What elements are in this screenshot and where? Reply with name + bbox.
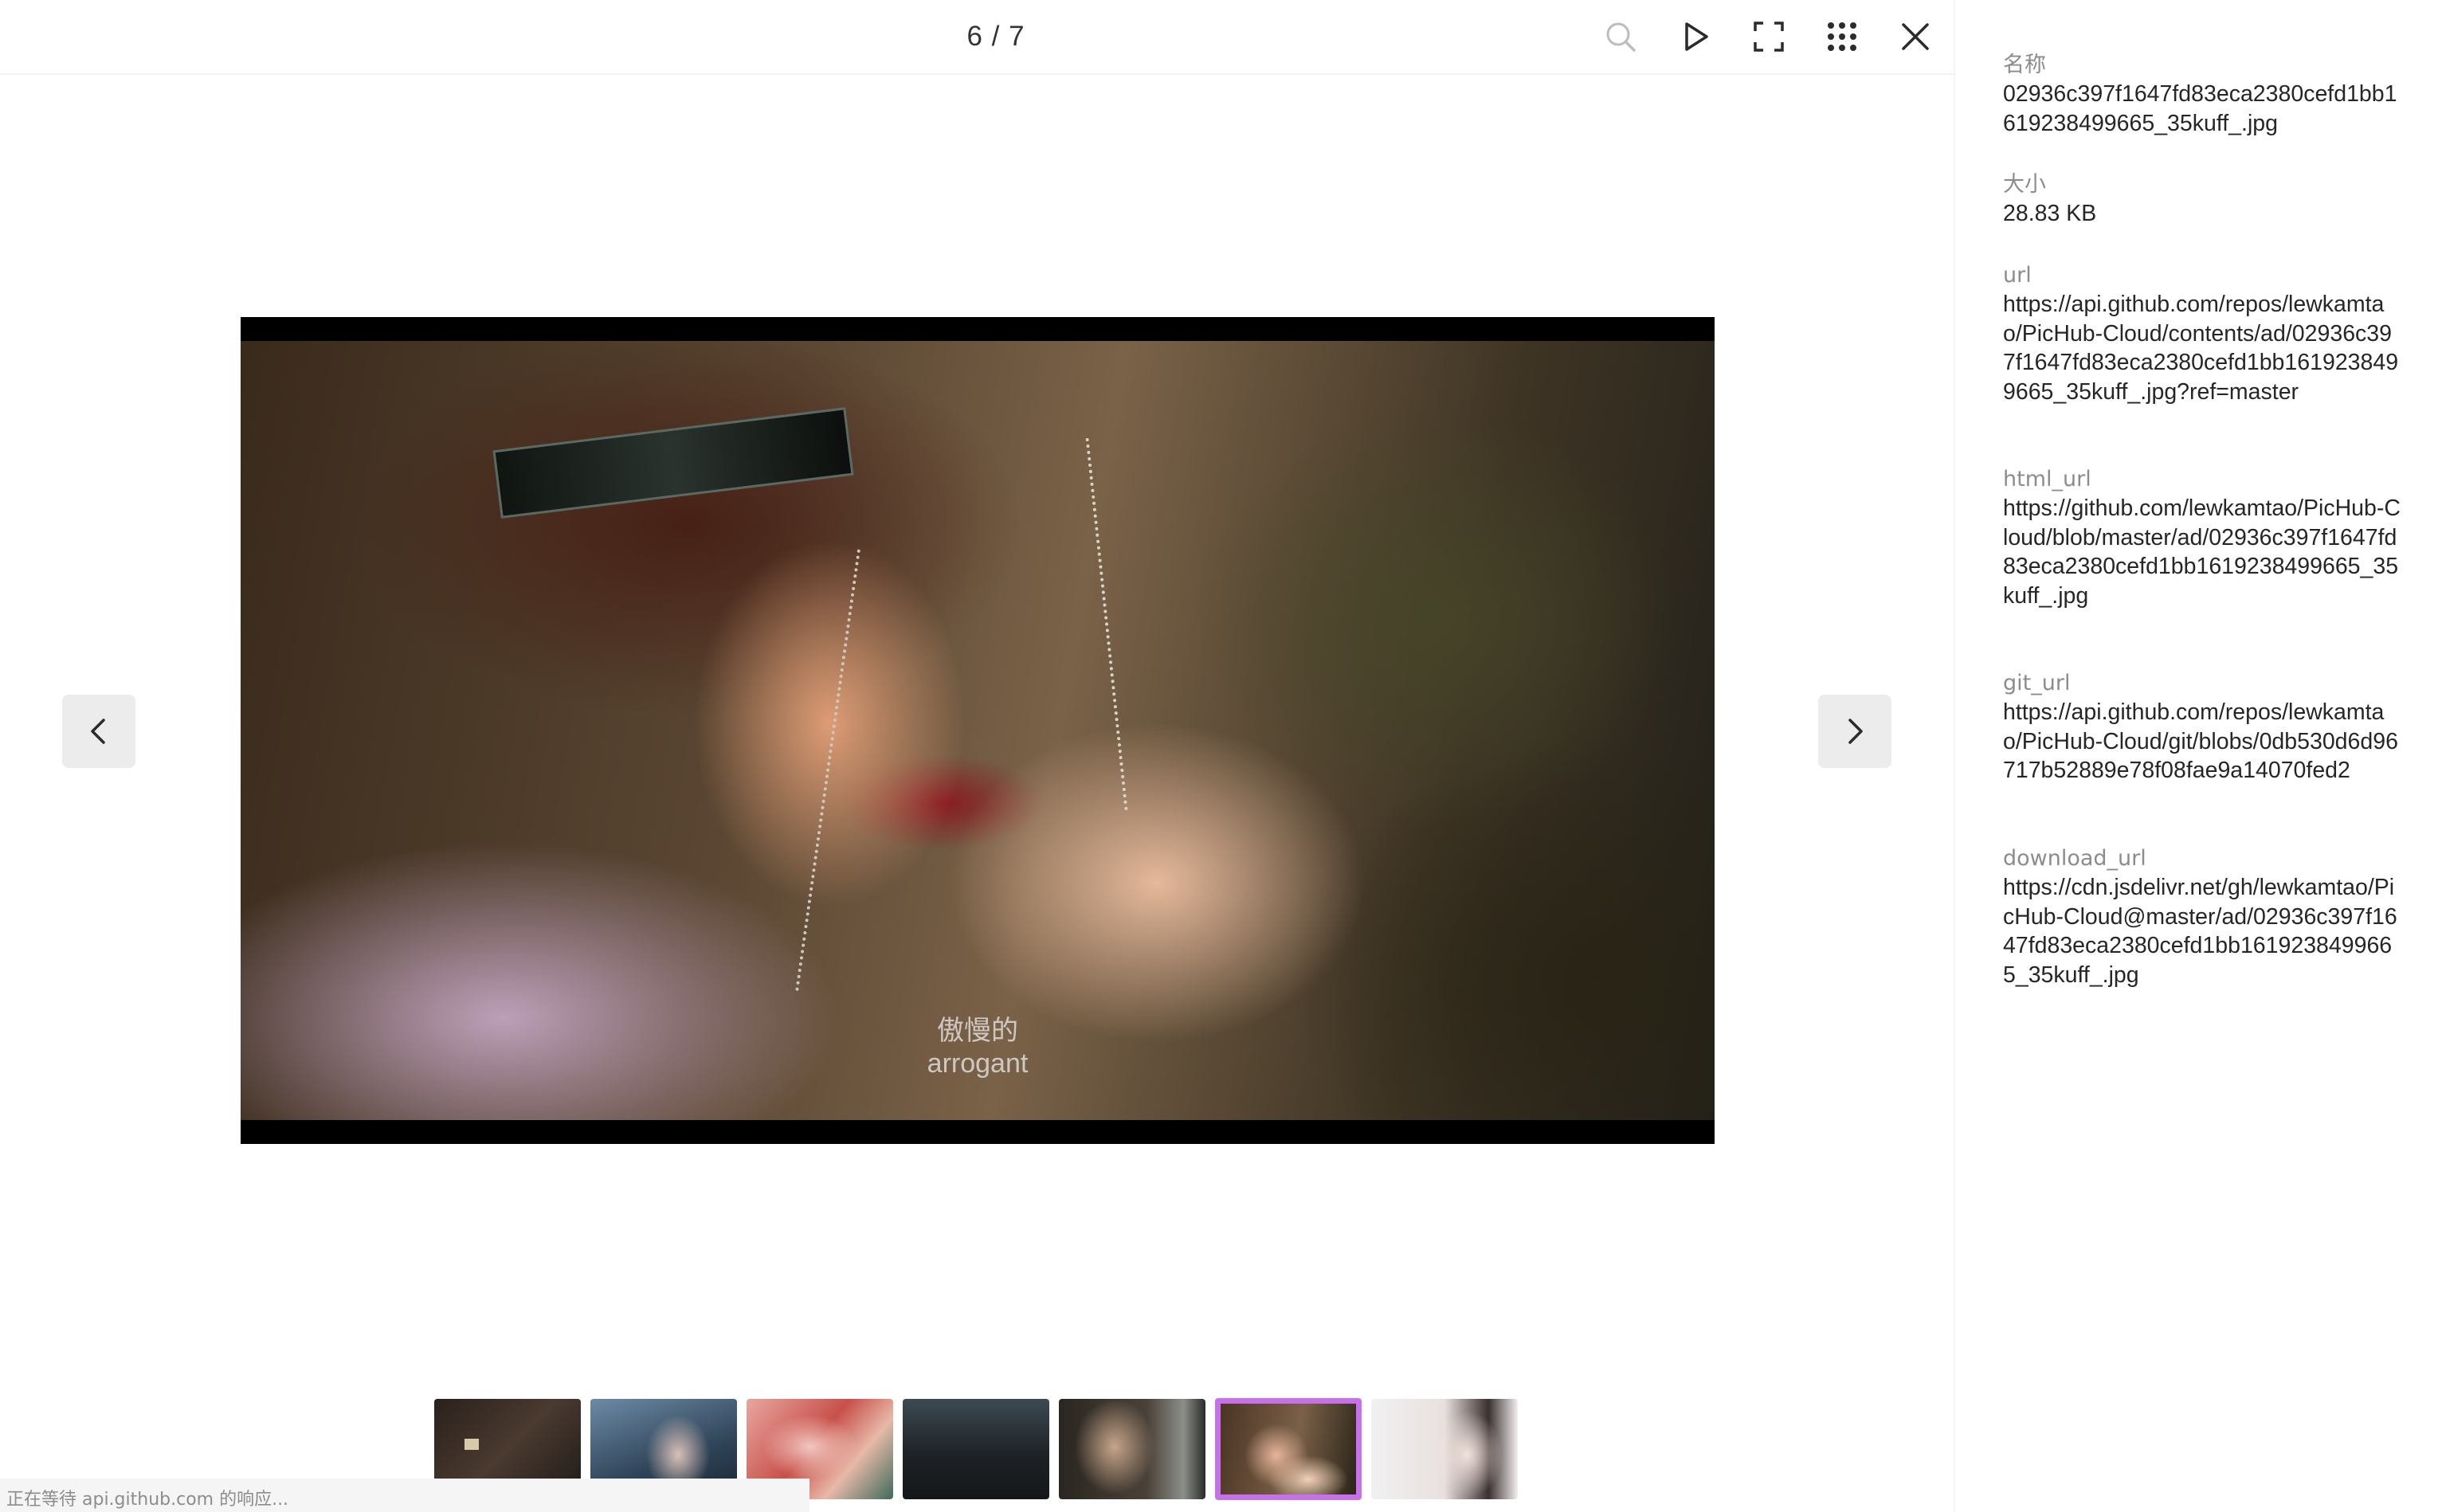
image-viewer: 6 / 7 傲慢的 arrogant xyxy=(0,0,1954,1512)
close-button[interactable] xyxy=(1890,11,1941,62)
chain-shape xyxy=(795,549,872,993)
chain-shape xyxy=(1085,437,1139,811)
thumbnail-7[interactable] xyxy=(1371,1399,1518,1499)
visor-shape xyxy=(492,407,854,519)
info-label: git_url xyxy=(2003,671,2071,695)
info-value: 28.83 KB xyxy=(2003,201,2097,226)
info-label: url xyxy=(2003,263,2032,288)
play-slideshow-button[interactable] xyxy=(1670,11,1721,62)
chevron-left-icon xyxy=(91,719,105,744)
viewer-toolbar: 6 / 7 xyxy=(0,0,1954,75)
info-label: 大小 xyxy=(2003,172,2046,197)
next-button[interactable] xyxy=(1818,695,1891,768)
subtitle-chinese: 傲慢的 xyxy=(937,1015,1018,1047)
search-icon xyxy=(1606,22,1636,52)
info-field-size: 大小 28.83 KB xyxy=(2003,170,2401,229)
previous-button[interactable] xyxy=(62,695,135,768)
thumbnail-5[interactable] xyxy=(1059,1399,1205,1499)
info-panel: 名称 02936c397f1647fd83eca2380cefd1bb16192… xyxy=(1954,0,2442,1512)
info-value: https://cdn.jsdelivr.net/gh/lewkamtao/Pi… xyxy=(2003,875,2397,988)
thumbnail-6-active[interactable] xyxy=(1215,1398,1362,1500)
chevron-right-icon xyxy=(1848,719,1863,744)
info-field-html-url: html_url https://github.com/lewkamtao/Pi… xyxy=(2003,465,2401,610)
thumbnail-4[interactable] xyxy=(903,1399,1049,1499)
thumbnail-detail xyxy=(464,1439,479,1450)
info-field-name: 名称 02936c397f1647fd83eca2380cefd1bb16192… xyxy=(2003,51,2401,138)
fullscreen-button[interactable] xyxy=(1743,11,1794,62)
info-value: https://api.github.com/repos/lewkamtao/P… xyxy=(2003,699,2398,783)
browser-status-bar: 正在等待 api.github.com 的响应... xyxy=(0,1479,809,1512)
info-field-git-url: git_url https://api.github.com/repos/lew… xyxy=(2003,669,2401,785)
subtitle-english: arrogant xyxy=(927,1048,1029,1079)
info-field-url: url https://api.github.com/repos/lewkamt… xyxy=(2003,261,2401,406)
zoom-button[interactable] xyxy=(1595,11,1646,62)
status-text: 正在等待 api.github.com 的响应... xyxy=(6,1490,289,1510)
close-icon xyxy=(1902,23,1929,50)
info-field-download-url: download_url https://cdn.jsdelivr.net/gh… xyxy=(2003,844,2401,989)
play-icon xyxy=(1685,22,1708,51)
info-label: download_url xyxy=(2003,846,2146,871)
info-label: html_url xyxy=(2003,467,2091,492)
info-value: https://api.github.com/repos/lewkamtao/P… xyxy=(2003,292,2399,405)
fullscreen-icon xyxy=(1754,22,1784,52)
info-value: https://github.com/lewkamtao/PicHub-Clou… xyxy=(2003,496,2401,609)
grid-icon xyxy=(1828,22,1856,51)
grid-view-button[interactable] xyxy=(1817,11,1868,62)
photo-content: 傲慢的 arrogant xyxy=(241,341,1715,1120)
info-label: 名称 xyxy=(2003,53,2046,77)
image-counter: 6 / 7 xyxy=(966,21,1025,52)
main-image[interactable]: 傲慢的 arrogant xyxy=(241,317,1715,1144)
info-value: 02936c397f1647fd83eca2380cefd1bb16192384… xyxy=(2003,81,2397,136)
